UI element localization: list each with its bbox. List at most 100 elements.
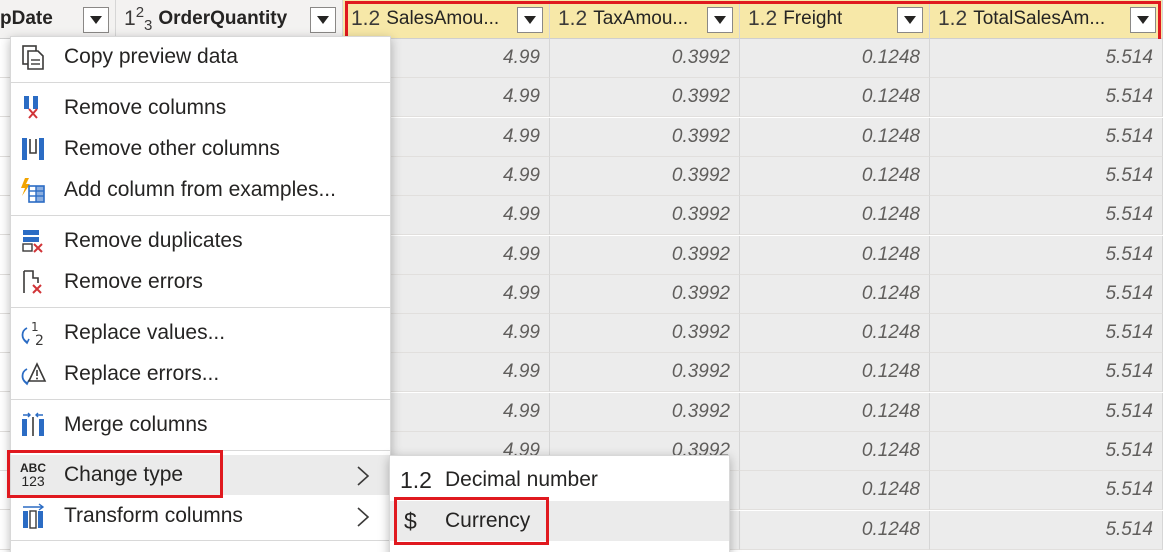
table-cell[interactable]: 0.1248: [740, 432, 930, 471]
table-cell[interactable]: 0.1248: [740, 471, 930, 510]
table-cell[interactable]: 5.514: [930, 236, 1163, 275]
chevron-right-icon: [357, 466, 370, 486]
table-cell[interactable]: 5.514: [930, 314, 1163, 353]
whole-number-type-icon[interactable]: 123: [124, 4, 152, 34]
table-cell[interactable]: 5.514: [930, 78, 1163, 117]
menu-item-change-type[interactable]: ABC 123 Change type: [11, 455, 390, 495]
remove-errors-icon: [17, 267, 49, 297]
table-cell[interactable]: 5.514: [930, 157, 1163, 196]
decimal-type-icon[interactable]: 1.2: [351, 7, 380, 31]
merge-columns-icon: [17, 410, 49, 440]
table-cell[interactable]: 0.3992: [550, 39, 740, 78]
column-filter-dropdown-button[interactable]: [83, 7, 109, 33]
table-cell[interactable]: 0.1248: [740, 39, 930, 78]
table-cell[interactable]: 5.514: [930, 353, 1163, 392]
submenu-item-decimal-number[interactable]: 1.2 Decimal number: [390, 460, 729, 500]
submenu-item-label: Currency: [445, 509, 531, 532]
column-header-freight[interactable]: 1.2 Freight: [740, 0, 930, 39]
chevron-down-icon: [524, 16, 536, 24]
replace-errors-icon: [17, 359, 49, 389]
decimal-type-icon[interactable]: 1.2: [748, 7, 777, 31]
decimal-type-icon[interactable]: 1.2: [558, 7, 587, 31]
table-cell[interactable]: 0.3992: [550, 236, 740, 275]
table-cell[interactable]: 0.1248: [740, 236, 930, 275]
menu-item-replace-errors[interactable]: Replace errors...: [11, 354, 390, 394]
table-cell[interactable]: 0.3992: [550, 78, 740, 117]
table-cell[interactable]: 5.514: [930, 393, 1163, 432]
table-cell[interactable]: 0.3992: [550, 118, 740, 157]
table-cell[interactable]: 0.1248: [740, 511, 930, 550]
table-cell[interactable]: 5.514: [930, 511, 1163, 550]
remove-columns-icon: [17, 93, 49, 123]
column-header-shipdate[interactable]: pDate: [0, 0, 116, 39]
chevron-down-icon: [1137, 16, 1149, 24]
column-header-salesamount[interactable]: 1.2 SalesAmou...: [343, 0, 550, 39]
table-cell[interactable]: 0.1248: [740, 393, 930, 432]
column-filter-dropdown-button[interactable]: [897, 7, 923, 33]
table-cell[interactable]: 5.514: [930, 275, 1163, 314]
table-cell[interactable]: 0.1248: [740, 275, 930, 314]
table-cell[interactable]: 0.1248: [740, 314, 930, 353]
table-cell[interactable]: 0.1248: [740, 353, 930, 392]
menu-item-label: Copy preview data: [64, 45, 238, 68]
change-type-icon: ABC 123: [17, 460, 49, 490]
menu-item-remove-other-columns[interactable]: Remove other columns: [11, 129, 390, 169]
decimal-type-icon[interactable]: 1.2: [938, 7, 967, 31]
menu-item-label: Add column from examples...: [64, 178, 336, 201]
chevron-down-icon: [317, 16, 329, 24]
table-cell[interactable]: 0.3992: [550, 196, 740, 235]
column-filter-dropdown-button[interactable]: [707, 7, 733, 33]
submenu-item-currency[interactable]: $ Currency: [390, 501, 729, 541]
table-cell[interactable]: 0.3992: [550, 353, 740, 392]
table-cell[interactable]: 5.514: [930, 471, 1163, 510]
menu-item-label: Replace values...: [64, 321, 226, 344]
change-type-icon-text: 123: [21, 473, 45, 489]
column-filter-dropdown-button[interactable]: [310, 7, 336, 33]
table-cell[interactable]: 5.514: [930, 196, 1163, 235]
menu-item-remove-columns[interactable]: Remove columns: [11, 88, 390, 128]
menu-divider: [11, 82, 390, 83]
menu-item-merge-columns[interactable]: Merge columns: [11, 405, 390, 445]
menu-item-label: Replace errors...: [64, 362, 220, 385]
menu-item-remove-errors[interactable]: Remove errors: [11, 262, 390, 302]
menu-divider: [11, 540, 390, 541]
column-name: OrderQuantity: [158, 8, 288, 29]
menu-item-replace-values[interactable]: 12 Replace values...: [11, 313, 390, 353]
table-cell[interactable]: 0.3992: [550, 314, 740, 353]
table-cell[interactable]: 0.1248: [740, 196, 930, 235]
menu-divider: [11, 307, 390, 308]
table-cell[interactable]: 5.514: [930, 39, 1163, 78]
table-cell[interactable]: 0.1248: [740, 118, 930, 157]
table-cell[interactable]: 0.3992: [550, 157, 740, 196]
menu-item-transform-columns[interactable]: Transform columns: [11, 496, 390, 536]
column-filter-dropdown-button[interactable]: [517, 7, 543, 33]
menu-item-label: Remove duplicates: [64, 229, 243, 252]
add-column-examples-icon: [17, 175, 49, 205]
submenu-item-label: Decimal number: [445, 468, 598, 491]
table-cell[interactable]: 5.514: [930, 432, 1163, 471]
transform-columns-icon: [17, 501, 49, 531]
menu-item-label: Remove errors: [64, 270, 203, 293]
menu-item-remove-duplicates[interactable]: Remove duplicates: [11, 221, 390, 261]
column-name: SalesAmou...: [386, 8, 500, 29]
menu-item-add-column-from-examples[interactable]: Add column from examples...: [11, 170, 390, 210]
menu-divider: [11, 215, 390, 216]
column-name: Freight: [783, 8, 843, 29]
column-header-totalsalesamount[interactable]: 1.2 TotalSalesAm...: [930, 0, 1163, 39]
currency-icon: $: [404, 507, 417, 534]
chevron-down-icon: [714, 16, 726, 24]
column-filter-dropdown-button[interactable]: [1130, 7, 1156, 33]
table-cell[interactable]: 0.3992: [550, 275, 740, 314]
table-cell[interactable]: 0.3992: [550, 393, 740, 432]
table-cell[interactable]: 5.514: [930, 118, 1163, 157]
column-name: TaxAmou...: [593, 8, 689, 29]
column-header-orderquantity[interactable]: 123 OrderQuantity: [116, 0, 343, 39]
menu-divider: [11, 399, 390, 400]
table-cell[interactable]: 0.1248: [740, 78, 930, 117]
menu-item-label: Transform columns: [64, 504, 243, 527]
menu-item-label: Remove other columns: [64, 137, 280, 160]
menu-item-copy-preview-data[interactable]: Copy preview data: [11, 37, 390, 77]
column-header-taxamount[interactable]: 1.2 TaxAmou...: [550, 0, 740, 39]
chevron-right-icon: [357, 507, 370, 527]
table-cell[interactable]: 0.1248: [740, 157, 930, 196]
